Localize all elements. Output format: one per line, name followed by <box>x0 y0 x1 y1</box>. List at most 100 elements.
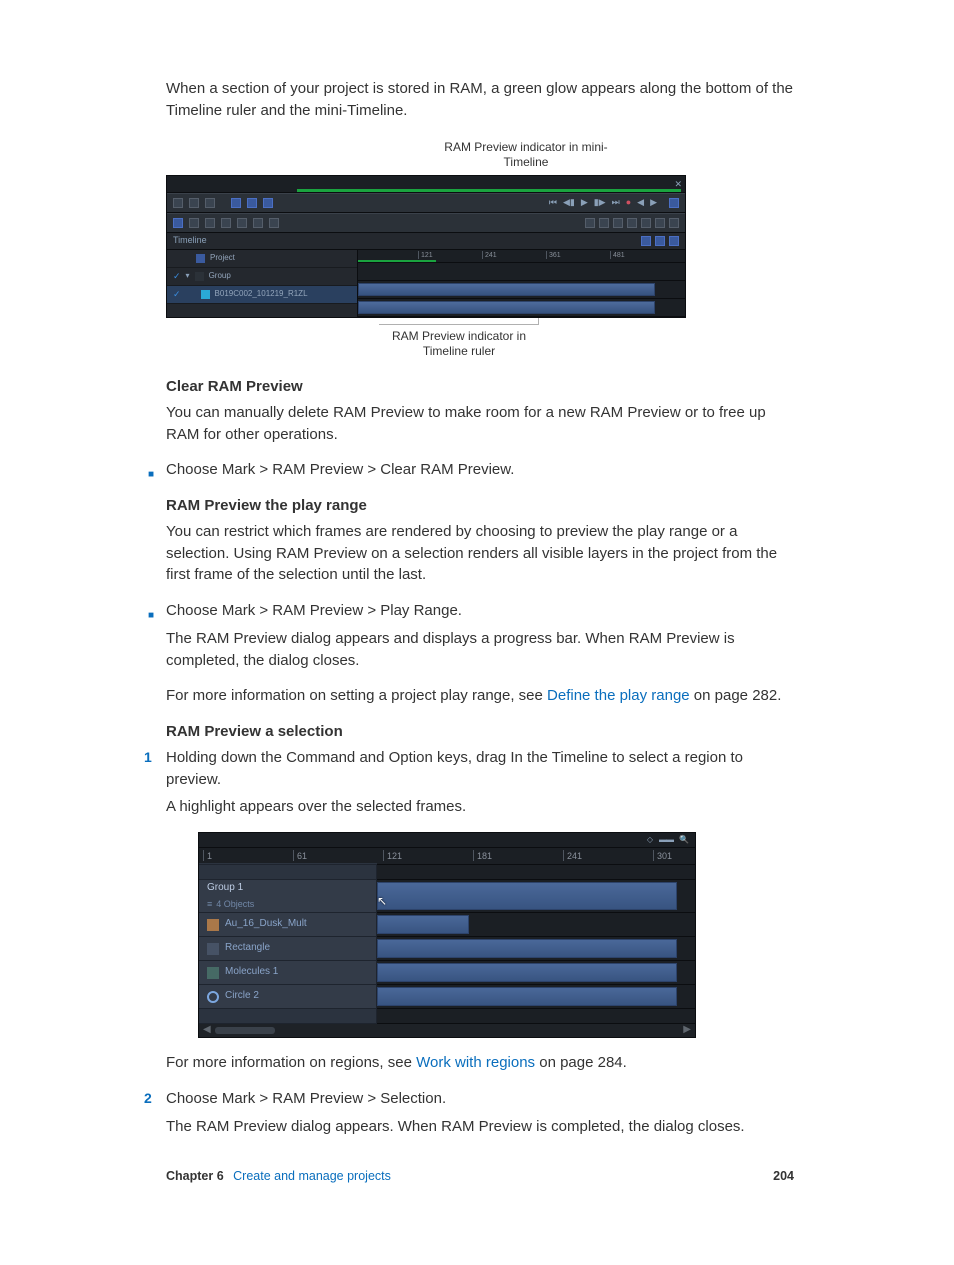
heading-selection: RAM Preview a selection <box>166 721 794 743</box>
misc-icon <box>269 218 279 228</box>
overlay-icon <box>627 218 637 228</box>
ruler-tick: 121 <box>383 850 402 861</box>
annotation-ruler: RAM Preview indicator in Timeline ruler <box>166 324 686 362</box>
tools-row <box>167 213 685 233</box>
timeline-ruler: 121 241 361 481 <box>358 250 685 263</box>
clip-bar <box>377 882 677 910</box>
check-icon: ✓ <box>173 288 181 301</box>
audio-tab-icon <box>669 236 679 246</box>
layer-label: Project <box>210 252 235 264</box>
timeline-tracks: 121 241 361 481 <box>358 250 685 317</box>
go-start-icon: ⏮ <box>549 196 557 209</box>
step-1: 1 Holding down the Command and Option ke… <box>166 747 794 791</box>
timeline-header: Timeline <box>167 233 685 250</box>
row-label: Group 1 <box>207 881 243 896</box>
shape-icon <box>221 218 231 228</box>
bullet-text: Choose Mark > RAM Preview > Play Range. <box>166 600 462 622</box>
keyframe-tab-icon <box>655 236 665 246</box>
chapter-title[interactable]: Create and manage projects <box>233 1169 391 1183</box>
mask-icon <box>237 218 247 228</box>
timeline-body: Project ✓ ▾ Group ✓ B019C002_101219_R1ZL <box>167 250 685 317</box>
disclosure-icon: ▾ <box>186 270 190 282</box>
page-footer: Chapter 6 Create and manage projects 204 <box>166 1167 794 1185</box>
play-range-after2: For more information on setting a projec… <box>166 685 794 707</box>
stack-icon: ≡ <box>207 898 212 911</box>
step-back-icon: ◀▮ <box>563 196 575 209</box>
row-molecules: Molecules 1 <box>199 961 695 985</box>
page: When a section of your project is stored… <box>0 0 954 1265</box>
loop-icon <box>669 198 679 208</box>
mini-timeline-panel: ✕ ⏮ ◀▮ ▶ ▮▶ ⏭ ● <box>166 175 686 318</box>
bullet-icon: ■ <box>148 470 166 480</box>
text: on page 284. <box>535 1054 627 1071</box>
row-label: Rectangle <box>225 941 270 956</box>
crop-icon <box>205 218 215 228</box>
clip-view-icon: ▬▬ <box>659 834 673 846</box>
step-fwd-icon: ▮▶ <box>594 196 606 209</box>
zoom-icon: 🔍 <box>679 834 689 846</box>
transform-icon <box>189 218 199 228</box>
scrollbar: ◀ ▶ <box>199 1024 695 1037</box>
clip-bar <box>377 939 677 958</box>
text: For more information on setting a projec… <box>166 687 547 704</box>
hud-icon <box>205 198 215 208</box>
clip-bar <box>377 963 677 982</box>
chapter-number: Chapter 6 <box>166 1169 224 1183</box>
play-range-body: You can restrict which frames are render… <box>166 521 794 586</box>
clear-ram-body: You can manually delete RAM Preview to m… <box>166 402 794 446</box>
page-number: 204 <box>773 1167 794 1185</box>
ruler-tick: 361 <box>546 251 561 259</box>
clip-bar <box>377 987 677 1006</box>
ruler-tick: 61 <box>293 850 307 861</box>
text: on page 282. <box>690 687 782 704</box>
go-end-icon: ⏭ <box>612 196 620 209</box>
row-circle: Circle 2 <box>199 985 695 1009</box>
ruler-tick: 241 <box>482 251 497 259</box>
fig2-ruler: 1 61 121 181 241 301 <box>199 848 695 865</box>
timeline-tab-icon <box>641 236 651 246</box>
intro-text: When a section of your project is stored… <box>166 78 794 122</box>
next-icon: ▶ <box>650 196 657 209</box>
row-label: Molecules 1 <box>225 965 278 980</box>
play-icon: ▶ <box>581 196 588 209</box>
timeline-label: Timeline <box>173 234 207 247</box>
row-sublabel: 4 Objects <box>216 898 254 911</box>
ruler-tick: 241 <box>563 850 582 861</box>
prev-icon: ◀ <box>637 196 644 209</box>
text: For more information on regions, see <box>166 1054 416 1071</box>
ruler-tick: 121 <box>418 251 433 259</box>
spacer-row <box>199 1009 695 1024</box>
zoom-icon <box>189 198 199 208</box>
step-2-after: The RAM Preview dialog appears. When RAM… <box>166 1116 794 1138</box>
library-icon <box>231 198 241 208</box>
annotation-text: RAM Preview indicator in Timeline ruler <box>379 324 539 360</box>
step-number: 1 <box>144 747 166 767</box>
link-work-with-regions[interactable]: Work with regions <box>416 1054 535 1071</box>
generator-icon <box>207 967 219 979</box>
timeline-layer-list: Project ✓ ▾ Group ✓ B019C002_101219_R1ZL <box>167 250 358 317</box>
play-range-after1: The RAM Preview dialog appears and displ… <box>166 628 794 672</box>
inspector-icon <box>247 198 257 208</box>
ruler-tick: 181 <box>473 850 492 861</box>
thumbnail-icon <box>207 919 219 931</box>
layer-group: ✓ ▾ Group <box>167 268 357 286</box>
bullet-text: Choose Mark > RAM Preview > Clear RAM Pr… <box>166 459 514 481</box>
text-icon <box>253 218 263 228</box>
circle-icon <box>207 991 219 1003</box>
link-define-play-range[interactable]: Define the play range <box>547 687 690 704</box>
layer-project: Project <box>167 250 357 268</box>
project-icon <box>196 254 205 263</box>
step-1-after: A highlight appears over the selected fr… <box>166 796 794 818</box>
step-text: Choose Mark > RAM Preview > Selection. <box>166 1088 446 1110</box>
view-icon <box>585 218 595 228</box>
row-group: Group 1 ≡ 4 Objects <box>199 880 695 913</box>
tool-icon <box>173 198 183 208</box>
track <box>358 263 685 281</box>
figure-selection: ◇ ▬▬ 🔍 1 61 121 181 241 301 Group 1 ≡ 4 … <box>198 832 696 1038</box>
ram-preview-indicator-ruler <box>358 260 436 262</box>
scrollbar-thumb <box>215 1027 275 1034</box>
check-icon: ✓ <box>173 270 181 283</box>
heading-clear-ram: Clear RAM Preview <box>166 376 794 398</box>
select-tool-icon <box>173 218 183 228</box>
lozenge-icon: ◇ <box>647 834 653 846</box>
